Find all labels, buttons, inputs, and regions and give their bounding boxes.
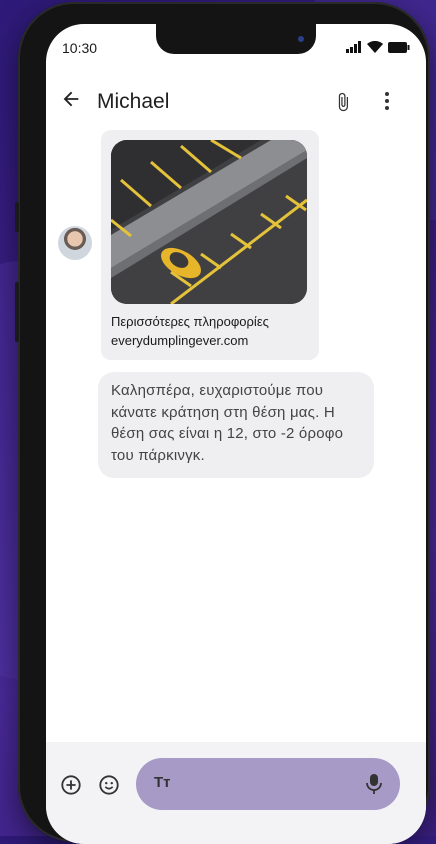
phone-side-button	[15, 282, 19, 342]
link-preview-url[interactable]: everydumplingever.com	[111, 333, 248, 348]
message-input[interactable]: Tт	[136, 758, 400, 810]
avatar[interactable]	[58, 226, 92, 260]
paperclip-icon[interactable]	[333, 90, 353, 119]
camera-dot	[298, 36, 304, 42]
status-icons	[346, 41, 410, 53]
wifi-icon	[367, 41, 383, 53]
link-preview-image	[111, 140, 307, 304]
add-circle-icon[interactable]	[60, 774, 82, 801]
battery-icon	[388, 41, 410, 53]
notch	[156, 24, 316, 54]
signal-icon	[346, 41, 361, 53]
text-format-button[interactable]: Tт	[154, 774, 171, 791]
phone-side-button	[15, 202, 19, 232]
mic-icon[interactable]	[366, 773, 382, 800]
phone-frame: 10:30 Michael Περισσότερες πληροφορίες e…	[15, 2, 430, 844]
message-bubble[interactable]: Καλησπέρα, ευχαριστούμε που κάνατε κράτη…	[98, 372, 374, 478]
more-vert-icon[interactable]	[383, 90, 391, 117]
composer-bar: Tт	[46, 742, 426, 844]
arrow-back-icon[interactable]	[60, 88, 82, 117]
message-text: Καλησπέρα, ευχαριστούμε που κάνατε κράτη…	[111, 382, 344, 464]
phone-screen: 10:30 Michael Περισσότερες πληροφορίες e…	[46, 24, 426, 844]
link-preview-title: Περισσότερες πληροφορίες	[111, 314, 269, 329]
status-time: 10:30	[62, 40, 98, 56]
link-preview-card[interactable]: Περισσότερες πληροφορίες everydumplingev…	[101, 130, 319, 360]
app-bar: Michael	[46, 84, 426, 120]
emoji-icon[interactable]	[98, 774, 120, 801]
contact-name[interactable]: Michael	[97, 88, 169, 116]
